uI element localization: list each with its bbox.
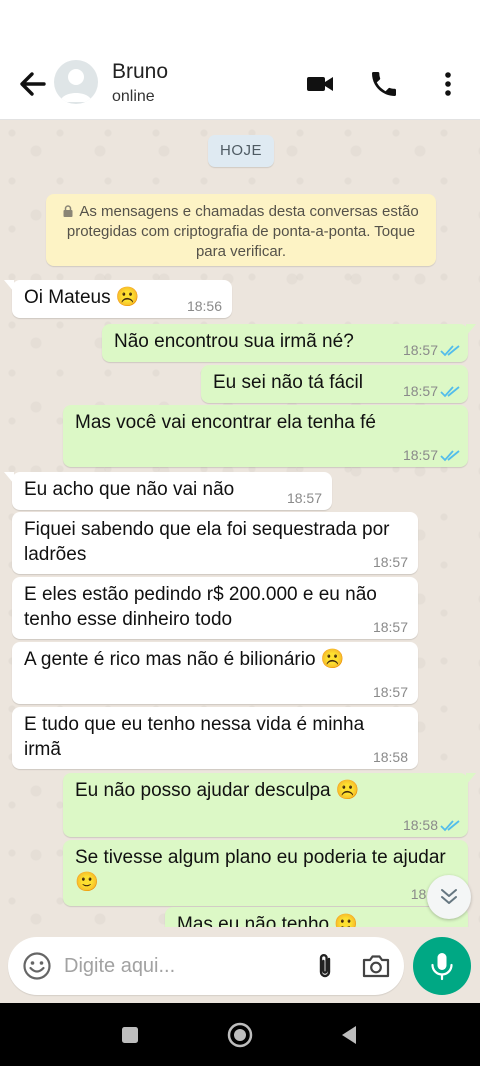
attach-button[interactable] bbox=[310, 951, 340, 981]
more-options-button[interactable] bbox=[432, 68, 464, 100]
more-vert-icon bbox=[445, 72, 451, 96]
message-text: Mas eu não tenho 🙂 bbox=[177, 914, 359, 927]
message-bubble-incoming[interactable]: A gente é rico mas não é bilionário ☹️ 1… bbox=[12, 642, 418, 704]
camera-icon bbox=[362, 955, 390, 978]
message-time: 18:56 bbox=[186, 298, 222, 314]
message-bubble-incoming[interactable]: Eu acho que não vai não 18:57 bbox=[4, 472, 332, 510]
message-text: A gente é rico mas não é bilionário ☹️ bbox=[24, 649, 345, 670]
double-check-read-icon bbox=[440, 450, 460, 462]
message-time: 18:57 bbox=[372, 554, 408, 570]
message-text: Se tivesse algum plano eu poderia te aju… bbox=[75, 847, 446, 893]
scroll-to-bottom-button[interactable] bbox=[427, 875, 471, 919]
home-button[interactable] bbox=[226, 1021, 254, 1049]
back-button[interactable] bbox=[14, 68, 50, 100]
message-bubble-incoming[interactable]: E tudo que eu tenho nessa vida é minha i… bbox=[12, 707, 418, 769]
double-check-read-icon bbox=[440, 820, 460, 832]
bubble-tail bbox=[4, 472, 14, 484]
chat-header: Bruno online bbox=[0, 48, 480, 120]
attach-icon bbox=[319, 954, 331, 978]
message-time: 18:57 bbox=[402, 342, 438, 358]
message-bubble-outgoing[interactable]: Não encontrou sua irmã né? 18:57 bbox=[102, 324, 476, 362]
message-input-container[interactable] bbox=[8, 937, 404, 995]
message-bubble-incoming[interactable]: Fiquei sabendo que ela foi sequestrada p… bbox=[12, 512, 418, 574]
message-time: 18:57 bbox=[286, 490, 322, 506]
video-call-icon bbox=[307, 77, 333, 91]
message-time: 18:58 bbox=[402, 817, 438, 833]
double-check-read-icon bbox=[440, 345, 460, 357]
video-call-button[interactable] bbox=[304, 68, 336, 100]
message-bubble-outgoing[interactable]: Se tivesse algum plano eu poderia te aju… bbox=[63, 840, 468, 906]
voice-call-button[interactable] bbox=[368, 68, 400, 100]
contact-name[interactable]: Bruno bbox=[112, 60, 168, 84]
avatar-icon bbox=[60, 69, 92, 102]
recents-square-icon bbox=[122, 1027, 138, 1043]
back-nav-button[interactable] bbox=[336, 1021, 364, 1049]
message-time: 18:58 bbox=[372, 749, 408, 765]
avatar[interactable] bbox=[54, 60, 98, 104]
emoji-icon bbox=[23, 952, 51, 980]
phone-icon bbox=[372, 72, 396, 96]
lock-icon bbox=[63, 205, 73, 217]
message-text: Eu acho que não vai não bbox=[24, 479, 235, 500]
encryption-notice-text: As mensagens e chamadas desta conversas … bbox=[66, 203, 419, 260]
voice-message-button[interactable] bbox=[413, 937, 471, 995]
back-triangle-icon bbox=[342, 1026, 356, 1044]
system-nav-bar bbox=[0, 1003, 480, 1066]
message-bubble-outgoing[interactable]: Eu não posso ajudar desculpa ☹️ 18:58 bbox=[63, 773, 476, 837]
message-time: 18:57 bbox=[402, 447, 438, 463]
home-circle-icon bbox=[227, 1022, 253, 1048]
message-text: E tudo que eu tenho nessa vida é minha i… bbox=[24, 714, 365, 760]
message-text: Mas você vai encontrar ela tenha fé bbox=[75, 412, 377, 433]
camera-button[interactable] bbox=[360, 951, 392, 981]
back-arrow-icon bbox=[20, 72, 46, 96]
message-bubble-outgoing[interactable]: Mas você vai encontrar ela tenha fé 18:5… bbox=[63, 405, 468, 467]
bubble-tail bbox=[466, 324, 476, 336]
mic-icon bbox=[431, 953, 453, 981]
chat-area[interactable]: HOJE As mensagens e chamadas desta conve… bbox=[0, 121, 480, 927]
date-chip: HOJE bbox=[208, 135, 274, 167]
message-text: Fiquei sabendo que ela foi sequestrada p… bbox=[24, 519, 390, 565]
bubble-tail bbox=[466, 773, 476, 785]
message-bubble-outgoing[interactable]: Eu sei não tá fácil 18:57 bbox=[201, 365, 468, 403]
message-time: 18:57 bbox=[372, 684, 408, 700]
contact-status: online bbox=[112, 88, 155, 105]
message-text: E eles estão pedindo r$ 200.000 e eu não… bbox=[24, 584, 377, 630]
message-time: 18:57 bbox=[372, 619, 408, 635]
composer-bar bbox=[0, 927, 480, 1003]
bubble-tail bbox=[4, 280, 14, 292]
message-time: 18:57 bbox=[402, 383, 438, 399]
double-chevron-down-icon bbox=[441, 889, 457, 904]
message-input[interactable] bbox=[64, 951, 294, 981]
message-bubble-outgoing[interactable]: Mas eu não tenho 🙂 bbox=[165, 907, 468, 927]
double-check-read-icon bbox=[440, 386, 460, 398]
emoji-button[interactable] bbox=[22, 951, 52, 981]
message-bubble-incoming[interactable]: E eles estão pedindo r$ 200.000 e eu não… bbox=[12, 577, 418, 639]
encryption-notice[interactable]: As mensagens e chamadas desta conversas … bbox=[46, 194, 436, 266]
status-bar bbox=[0, 0, 480, 48]
message-bubble-incoming[interactable]: Oi Mateus ☹️ 18:56 bbox=[4, 280, 232, 318]
recents-button[interactable] bbox=[116, 1021, 144, 1049]
message-text: Eu não posso ajudar desculpa ☹️ bbox=[75, 780, 360, 801]
